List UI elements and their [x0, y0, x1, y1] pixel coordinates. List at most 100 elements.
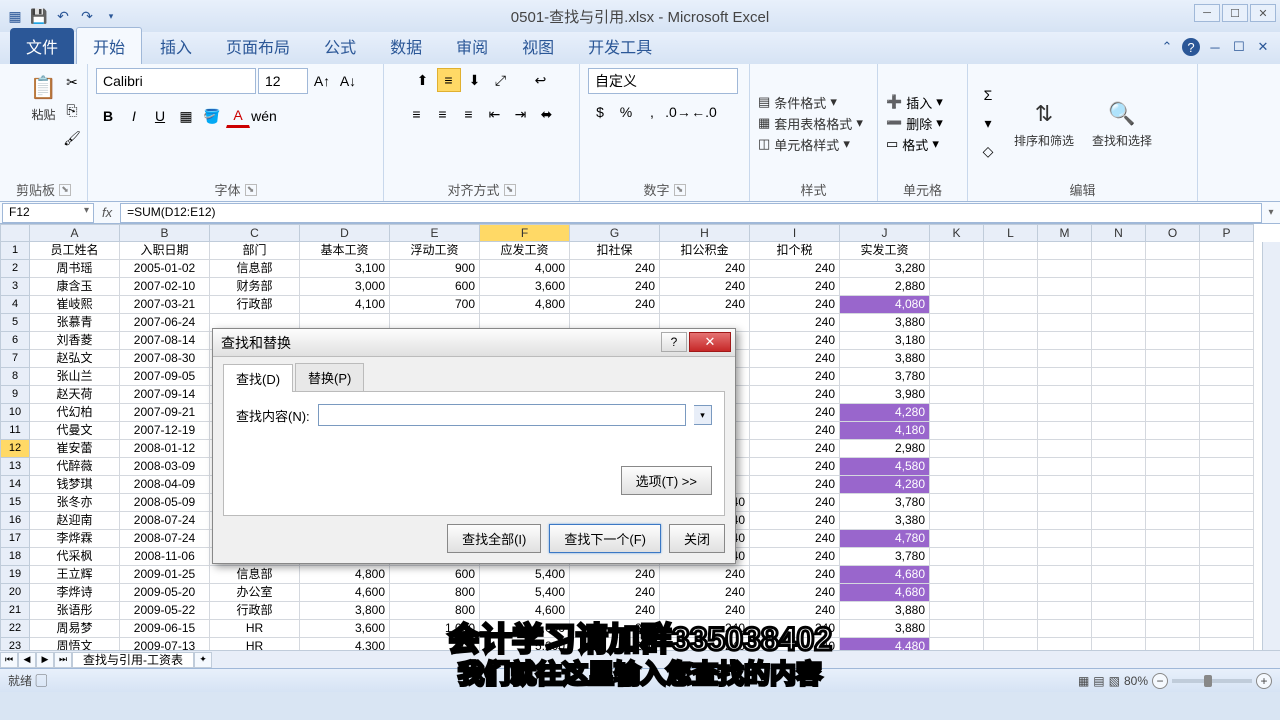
- conditional-format-button[interactable]: ▤条件格式 ▾: [758, 93, 863, 112]
- cell[interactable]: 240: [750, 584, 840, 602]
- cell[interactable]: 2007-02-10: [120, 278, 210, 296]
- row-header-10[interactable]: 10: [0, 404, 30, 422]
- row-header-21[interactable]: 21: [0, 602, 30, 620]
- cell[interactable]: 2008-05-09: [120, 494, 210, 512]
- cell[interactable]: 4,180: [840, 422, 930, 440]
- align-left-icon[interactable]: ≡: [405, 102, 429, 126]
- view-normal-icon[interactable]: ▦: [1078, 674, 1089, 688]
- row-header-13[interactable]: 13: [0, 458, 30, 476]
- row-header-8[interactable]: 8: [0, 368, 30, 386]
- row-header-2[interactable]: 2: [0, 260, 30, 278]
- cell[interactable]: 240: [570, 566, 660, 584]
- paste-button[interactable]: 📋 粘贴: [24, 68, 64, 127]
- sheet-nav-prev[interactable]: ◀: [18, 652, 36, 668]
- header-cell[interactable]: 扣社保: [570, 242, 660, 260]
- workbook-minimize-icon[interactable]: ─: [1206, 38, 1224, 56]
- tab-file[interactable]: 文件: [10, 28, 74, 64]
- row-header-3[interactable]: 3: [0, 278, 30, 296]
- col-header-P[interactable]: P: [1200, 224, 1254, 242]
- cell[interactable]: 240: [750, 260, 840, 278]
- undo-icon[interactable]: ↶: [52, 5, 74, 27]
- cell[interactable]: 240: [660, 278, 750, 296]
- dialog-close-button[interactable]: ✕: [689, 332, 731, 352]
- cut-icon[interactable]: ✂: [60, 70, 84, 94]
- redo-icon[interactable]: ↷: [76, 5, 98, 27]
- italic-button[interactable]: I: [122, 104, 146, 128]
- sheet-nav-last[interactable]: ⏭: [54, 652, 72, 668]
- header-cell[interactable]: 扣公积金: [660, 242, 750, 260]
- save-icon[interactable]: 💾: [28, 5, 50, 27]
- row-header-6[interactable]: 6: [0, 332, 30, 350]
- sheet-nav-first[interactable]: ⏮: [0, 652, 18, 668]
- cell[interactable]: 4,600: [300, 584, 390, 602]
- cell[interactable]: 240: [660, 584, 750, 602]
- row-header-18[interactable]: 18: [0, 548, 30, 566]
- row-header-1[interactable]: 1: [0, 242, 30, 260]
- align-bottom-icon[interactable]: ⬇: [463, 68, 487, 92]
- maximize-button[interactable]: ☐: [1222, 4, 1248, 22]
- cell[interactable]: 2009-05-20: [120, 584, 210, 602]
- col-header-I[interactable]: I: [750, 224, 840, 242]
- cell[interactable]: 3,800: [300, 602, 390, 620]
- cell[interactable]: 代曼文: [30, 422, 120, 440]
- percent-icon[interactable]: %: [614, 100, 638, 124]
- sheet-nav-next[interactable]: ▶: [36, 652, 54, 668]
- cell[interactable]: 3,780: [840, 494, 930, 512]
- cell[interactable]: 2008-01-12: [120, 440, 210, 458]
- cell[interactable]: 600: [390, 566, 480, 584]
- col-header-E[interactable]: E: [390, 224, 480, 242]
- cell[interactable]: 2008-03-09: [120, 458, 210, 476]
- fill-icon[interactable]: ▾: [976, 111, 1000, 135]
- cell[interactable]: 2008-07-24: [120, 512, 210, 530]
- help-icon[interactable]: ?: [1182, 38, 1200, 56]
- sheet-tab-active[interactable]: 查找与引用-工资表: [72, 652, 194, 668]
- align-middle-icon[interactable]: ≡: [437, 68, 461, 92]
- cell[interactable]: 4,780: [840, 530, 930, 548]
- cell[interactable]: HR: [210, 620, 300, 638]
- cell[interactable]: 行政部: [210, 296, 300, 314]
- row-header-22[interactable]: 22: [0, 620, 30, 638]
- cell[interactable]: 周易梦: [30, 620, 120, 638]
- zoom-in-button[interactable]: +: [1256, 673, 1272, 689]
- cell[interactable]: 3,980: [840, 386, 930, 404]
- cell[interactable]: 4,600: [480, 602, 570, 620]
- cell[interactable]: 赵天荷: [30, 386, 120, 404]
- border-button[interactable]: ▦: [174, 104, 198, 128]
- col-header-G[interactable]: G: [570, 224, 660, 242]
- cell[interactable]: 800: [390, 584, 480, 602]
- col-header-M[interactable]: M: [1038, 224, 1092, 242]
- row-header-14[interactable]: 14: [0, 476, 30, 494]
- find-content-input[interactable]: [318, 404, 686, 426]
- cell[interactable]: 2007-03-21: [120, 296, 210, 314]
- wrap-text-icon[interactable]: ↩: [529, 68, 553, 92]
- format-cells-button[interactable]: ▭格式 ▾: [886, 135, 943, 154]
- workbook-close-icon[interactable]: ✕: [1254, 38, 1272, 56]
- cell[interactable]: 康含玉: [30, 278, 120, 296]
- cell[interactable]: 行政部: [210, 602, 300, 620]
- tab-page-layout[interactable]: 页面布局: [210, 28, 306, 64]
- dialog-close-btn[interactable]: 关闭: [669, 524, 725, 553]
- col-header-D[interactable]: D: [300, 224, 390, 242]
- vertical-scrollbar[interactable]: [1262, 242, 1280, 650]
- cell[interactable]: 240: [750, 332, 840, 350]
- tab-developer[interactable]: 开发工具: [572, 28, 668, 64]
- align-right-icon[interactable]: ≡: [457, 102, 481, 126]
- row-header-15[interactable]: 15: [0, 494, 30, 512]
- cell[interactable]: 赵迎南: [30, 512, 120, 530]
- row-header-17[interactable]: 17: [0, 530, 30, 548]
- new-sheet-button[interactable]: ✦: [194, 652, 212, 668]
- col-header-J[interactable]: J: [840, 224, 930, 242]
- merge-center-icon[interactable]: ⬌: [535, 102, 559, 126]
- number-launcher[interactable]: ⬊: [674, 184, 686, 196]
- col-header-A[interactable]: A: [30, 224, 120, 242]
- row-header-12[interactable]: 12: [0, 440, 30, 458]
- cell[interactable]: 3,380: [840, 512, 930, 530]
- number-format-input[interactable]: [588, 68, 738, 94]
- cell[interactable]: 2009-01-25: [120, 566, 210, 584]
- cell[interactable]: 3,780: [840, 548, 930, 566]
- cell[interactable]: 3,280: [840, 260, 930, 278]
- copy-icon[interactable]: ⎘: [60, 98, 84, 122]
- orientation-icon[interactable]: ⤢: [489, 68, 513, 92]
- cell[interactable]: 240: [660, 260, 750, 278]
- row-header-11[interactable]: 11: [0, 422, 30, 440]
